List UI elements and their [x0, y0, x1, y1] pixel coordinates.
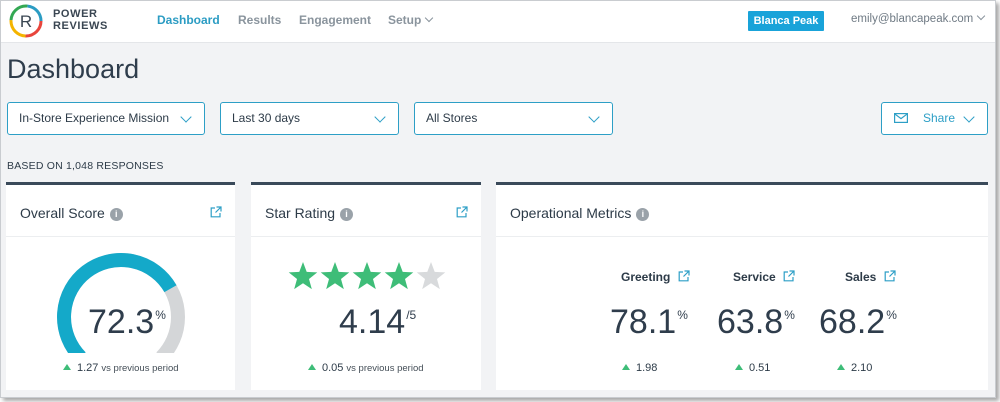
stores-select[interactable]: All Stores [414, 102, 613, 135]
trend-up-icon [63, 364, 71, 370]
star-filled-icon [352, 262, 382, 290]
metric-sales-delta: 2.10 [837, 362, 872, 374]
metric-number: 68.2 [819, 303, 886, 341]
external-link-icon[interactable] [884, 270, 896, 282]
overall-score-title: Overall Score [20, 205, 105, 221]
metric-number: 78.1 [610, 303, 677, 341]
star-rating-out-of: /5 [406, 308, 417, 322]
card-header: Star Rating i [251, 185, 481, 237]
delta-value: 0.05 [322, 362, 344, 374]
nav-engagement[interactable]: Engagement [299, 13, 371, 27]
metric-unit: % [784, 308, 795, 322]
external-link-icon[interactable] [456, 206, 468, 218]
date-range-value: Last 30 days [232, 111, 301, 125]
metric-service-value: 63.8% [717, 303, 795, 342]
operational-metrics-card: Operational Metrics i Greeting 78.1% 1.98… [496, 182, 988, 390]
trend-up-icon [837, 364, 845, 370]
metric-label: Service [733, 270, 776, 284]
metric-service[interactable]: Service [733, 269, 795, 284]
trend-up-icon [735, 364, 743, 370]
chevron-down-icon [588, 111, 600, 123]
power-reviews-logo-icon[interactable]: R [9, 4, 43, 38]
account-button[interactable]: Blanca Peak [748, 11, 824, 31]
card-title: Operational Metrics i [510, 205, 650, 222]
trend-up-icon [308, 364, 316, 370]
star-rating-title: Star Rating [265, 205, 336, 221]
stores-select-value: All Stores [426, 111, 478, 125]
overall-score-unit: % [155, 308, 166, 322]
overall-score-card: Overall Score i 72.3% 1.27 vs previous per… [6, 182, 235, 390]
star-rating-delta: 0.05 vs previous period [308, 362, 424, 374]
metric-label: Sales [845, 270, 877, 284]
brand-name: POWER REVIEWS [53, 8, 108, 32]
delta-value: 1.27 [77, 362, 99, 374]
card-header: Operational Metrics i [496, 185, 988, 237]
delta-value: 2.10 [851, 362, 873, 374]
top-nav: R POWER REVIEWS Dashboard Results Engage… [1, 1, 995, 43]
external-link-icon[interactable] [783, 270, 795, 282]
brand-line2: REVIEWS [53, 20, 108, 32]
metric-sales-value: 68.2% [819, 303, 897, 342]
overall-score-value: 72.3% [88, 303, 166, 342]
nav-setup[interactable]: Setup [388, 13, 434, 27]
star-filled-icon [384, 262, 414, 290]
date-range-select[interactable]: Last 30 days [220, 102, 399, 135]
metric-unit: % [677, 308, 688, 322]
responses-count: BASED ON 1,048 RESPONSES [7, 160, 164, 172]
card-title: Star Rating i [265, 205, 354, 222]
metric-greeting-value: 78.1% [610, 303, 688, 342]
info-icon[interactable]: i [109, 208, 123, 221]
metric-service-delta: 0.51 [735, 362, 770, 374]
dashboard-window: R POWER REVIEWS Dashboard Results Engage… [0, 0, 996, 398]
nav-setup-label: Setup [388, 13, 422, 27]
external-link-icon[interactable] [678, 270, 690, 282]
mission-select[interactable]: In-Store Experience Mission [7, 102, 205, 135]
user-email: emily@blancapeak.com [851, 13, 974, 25]
mission-select-value: In-Store Experience Mission [19, 111, 170, 125]
delta-value: 1.98 [636, 362, 658, 374]
logo-letter: R [20, 12, 32, 31]
nav-dashboard[interactable]: Dashboard [157, 13, 220, 27]
star-empty-icon [416, 262, 446, 290]
page-title: Dashboard [7, 54, 140, 84]
brand-line1: POWER [53, 8, 98, 20]
star-rating-number: 4.14 [339, 303, 406, 341]
metric-greeting[interactable]: Greeting [621, 269, 690, 284]
nav-results[interactable]: Results [238, 13, 281, 27]
info-icon[interactable]: i [340, 208, 354, 221]
star-rating-value: 4.14/5 [339, 303, 416, 342]
card-header: Overall Score i [6, 185, 235, 237]
user-email-menu[interactable]: emily@blancapeak.com [851, 11, 986, 25]
chevron-down-icon [963, 111, 975, 123]
star-filled-icon [320, 262, 350, 290]
external-link-icon[interactable] [210, 206, 222, 218]
envelope-icon [894, 113, 908, 123]
metric-sales[interactable]: Sales [845, 269, 896, 284]
star-filled-icon [288, 262, 318, 290]
operational-metrics-title: Operational Metrics [510, 205, 632, 221]
chevron-down-icon [374, 111, 386, 123]
card-title: Overall Score i [20, 205, 123, 222]
chevron-down-icon [425, 13, 434, 23]
star-rating-card: Star Rating i 4.14/5 0.05 vs previous peri… [251, 182, 481, 390]
overall-score-delta: 1.27 vs previous period [63, 362, 179, 374]
share-button[interactable]: Share [881, 102, 988, 135]
overall-score-number: 72.3 [88, 303, 155, 341]
metric-number: 63.8 [717, 303, 784, 341]
share-label: Share [923, 111, 956, 125]
delta-text: vs previous period [346, 363, 424, 374]
metric-label: Greeting [621, 270, 671, 284]
chevron-down-icon [977, 11, 986, 21]
metric-greeting-delta: 1.98 [622, 362, 657, 374]
info-icon[interactable]: i [636, 208, 650, 221]
delta-text: vs previous period [101, 363, 179, 374]
star-rating-stars [288, 262, 446, 290]
trend-up-icon [622, 364, 630, 370]
chevron-down-icon [180, 111, 192, 123]
delta-value: 0.51 [749, 362, 771, 374]
metric-unit: % [886, 308, 897, 322]
